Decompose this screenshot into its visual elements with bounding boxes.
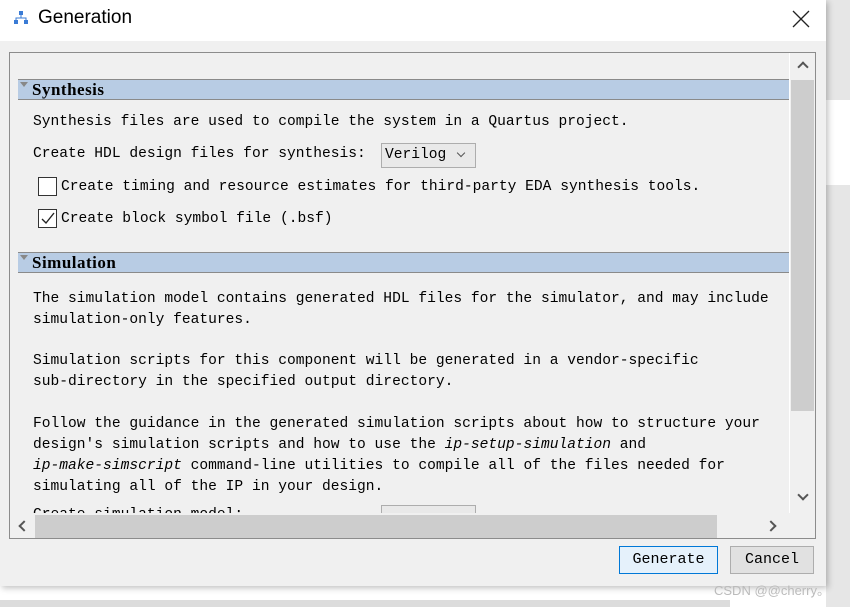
scroll-content: Synthesis Synthesis files are used to co… bbox=[10, 53, 789, 513]
scroll-down-icon[interactable] bbox=[797, 489, 809, 501]
hdl-language-select[interactable]: Verilog bbox=[381, 143, 476, 168]
scroll-up-icon[interactable] bbox=[797, 61, 809, 73]
hdl-select-value: Verilog bbox=[385, 147, 447, 163]
scroll-right-icon[interactable] bbox=[765, 520, 777, 532]
sim-text: simulating all of the IP in your design. bbox=[33, 479, 384, 495]
dialog-title: Generation bbox=[38, 7, 133, 28]
sim-text: sub-directory in the specified output di… bbox=[33, 374, 454, 390]
generate-button[interactable]: Generate bbox=[619, 546, 718, 574]
text: command-line utilities to compile all of… bbox=[181, 458, 725, 474]
text: and bbox=[611, 437, 647, 453]
block-symbol-label: Create block symbol file (.bsf) bbox=[61, 211, 333, 227]
vertical-scroll-thumb[interactable] bbox=[791, 80, 814, 411]
background-strip bbox=[826, 185, 850, 607]
hierarchy-icon bbox=[14, 11, 28, 24]
scroll-left-icon[interactable] bbox=[18, 520, 30, 532]
command-name: ip-make-simscript bbox=[33, 458, 182, 474]
sim-model-select[interactable] bbox=[381, 505, 476, 513]
section-title: Synthesis bbox=[32, 80, 105, 99]
collapse-triangle-icon[interactable] bbox=[20, 255, 28, 260]
title-bar: Generation bbox=[0, 0, 826, 41]
options-panel: Synthesis Synthesis files are used to co… bbox=[9, 52, 816, 539]
sim-text: simulation-only features. bbox=[33, 312, 252, 328]
sim-model-label: Create simulation model: bbox=[33, 505, 243, 513]
background-strip bbox=[826, 0, 850, 100]
generation-dialog: Generation Synthesis Synthesis files are… bbox=[0, 0, 826, 586]
synthesis-description: Synthesis files are used to compile the … bbox=[33, 114, 629, 130]
sim-text: Follow the guidance in the generated sim… bbox=[33, 416, 760, 432]
background-strip bbox=[0, 600, 730, 607]
sim-text: design's simulation scripts and how to u… bbox=[33, 435, 646, 456]
section-header-simulation[interactable]: Simulation bbox=[18, 252, 789, 273]
block-symbol-checkbox[interactable] bbox=[38, 209, 57, 228]
collapse-triangle-icon[interactable] bbox=[20, 82, 28, 87]
cancel-button[interactable]: Cancel bbox=[730, 546, 814, 574]
close-icon[interactable] bbox=[790, 8, 812, 30]
command-name: ip-setup-simulation bbox=[444, 437, 612, 453]
checkmark-icon bbox=[41, 212, 55, 225]
horizontal-scroll-thumb[interactable] bbox=[35, 515, 717, 538]
sim-text: ip-make-simscript command-line utilities… bbox=[33, 456, 725, 477]
horizontal-scrollbar[interactable] bbox=[10, 513, 789, 538]
section-header-synthesis[interactable]: Synthesis bbox=[18, 79, 789, 100]
timing-estimates-label: Create timing and resource estimates for… bbox=[61, 179, 701, 195]
text: design's simulation scripts and how to u… bbox=[33, 437, 445, 453]
sim-text: The simulation model contains generated … bbox=[33, 291, 769, 307]
timing-estimates-checkbox[interactable] bbox=[38, 177, 57, 196]
hdl-label: Create HDL design files for synthesis: bbox=[33, 146, 366, 162]
section-title: Simulation bbox=[32, 253, 117, 272]
vertical-scrollbar[interactable] bbox=[789, 53, 814, 513]
chevron-down-icon bbox=[456, 148, 466, 158]
sim-text: Simulation scripts for this component wi… bbox=[33, 353, 699, 369]
watermark: CSDN @@cherry。 bbox=[714, 583, 830, 598]
